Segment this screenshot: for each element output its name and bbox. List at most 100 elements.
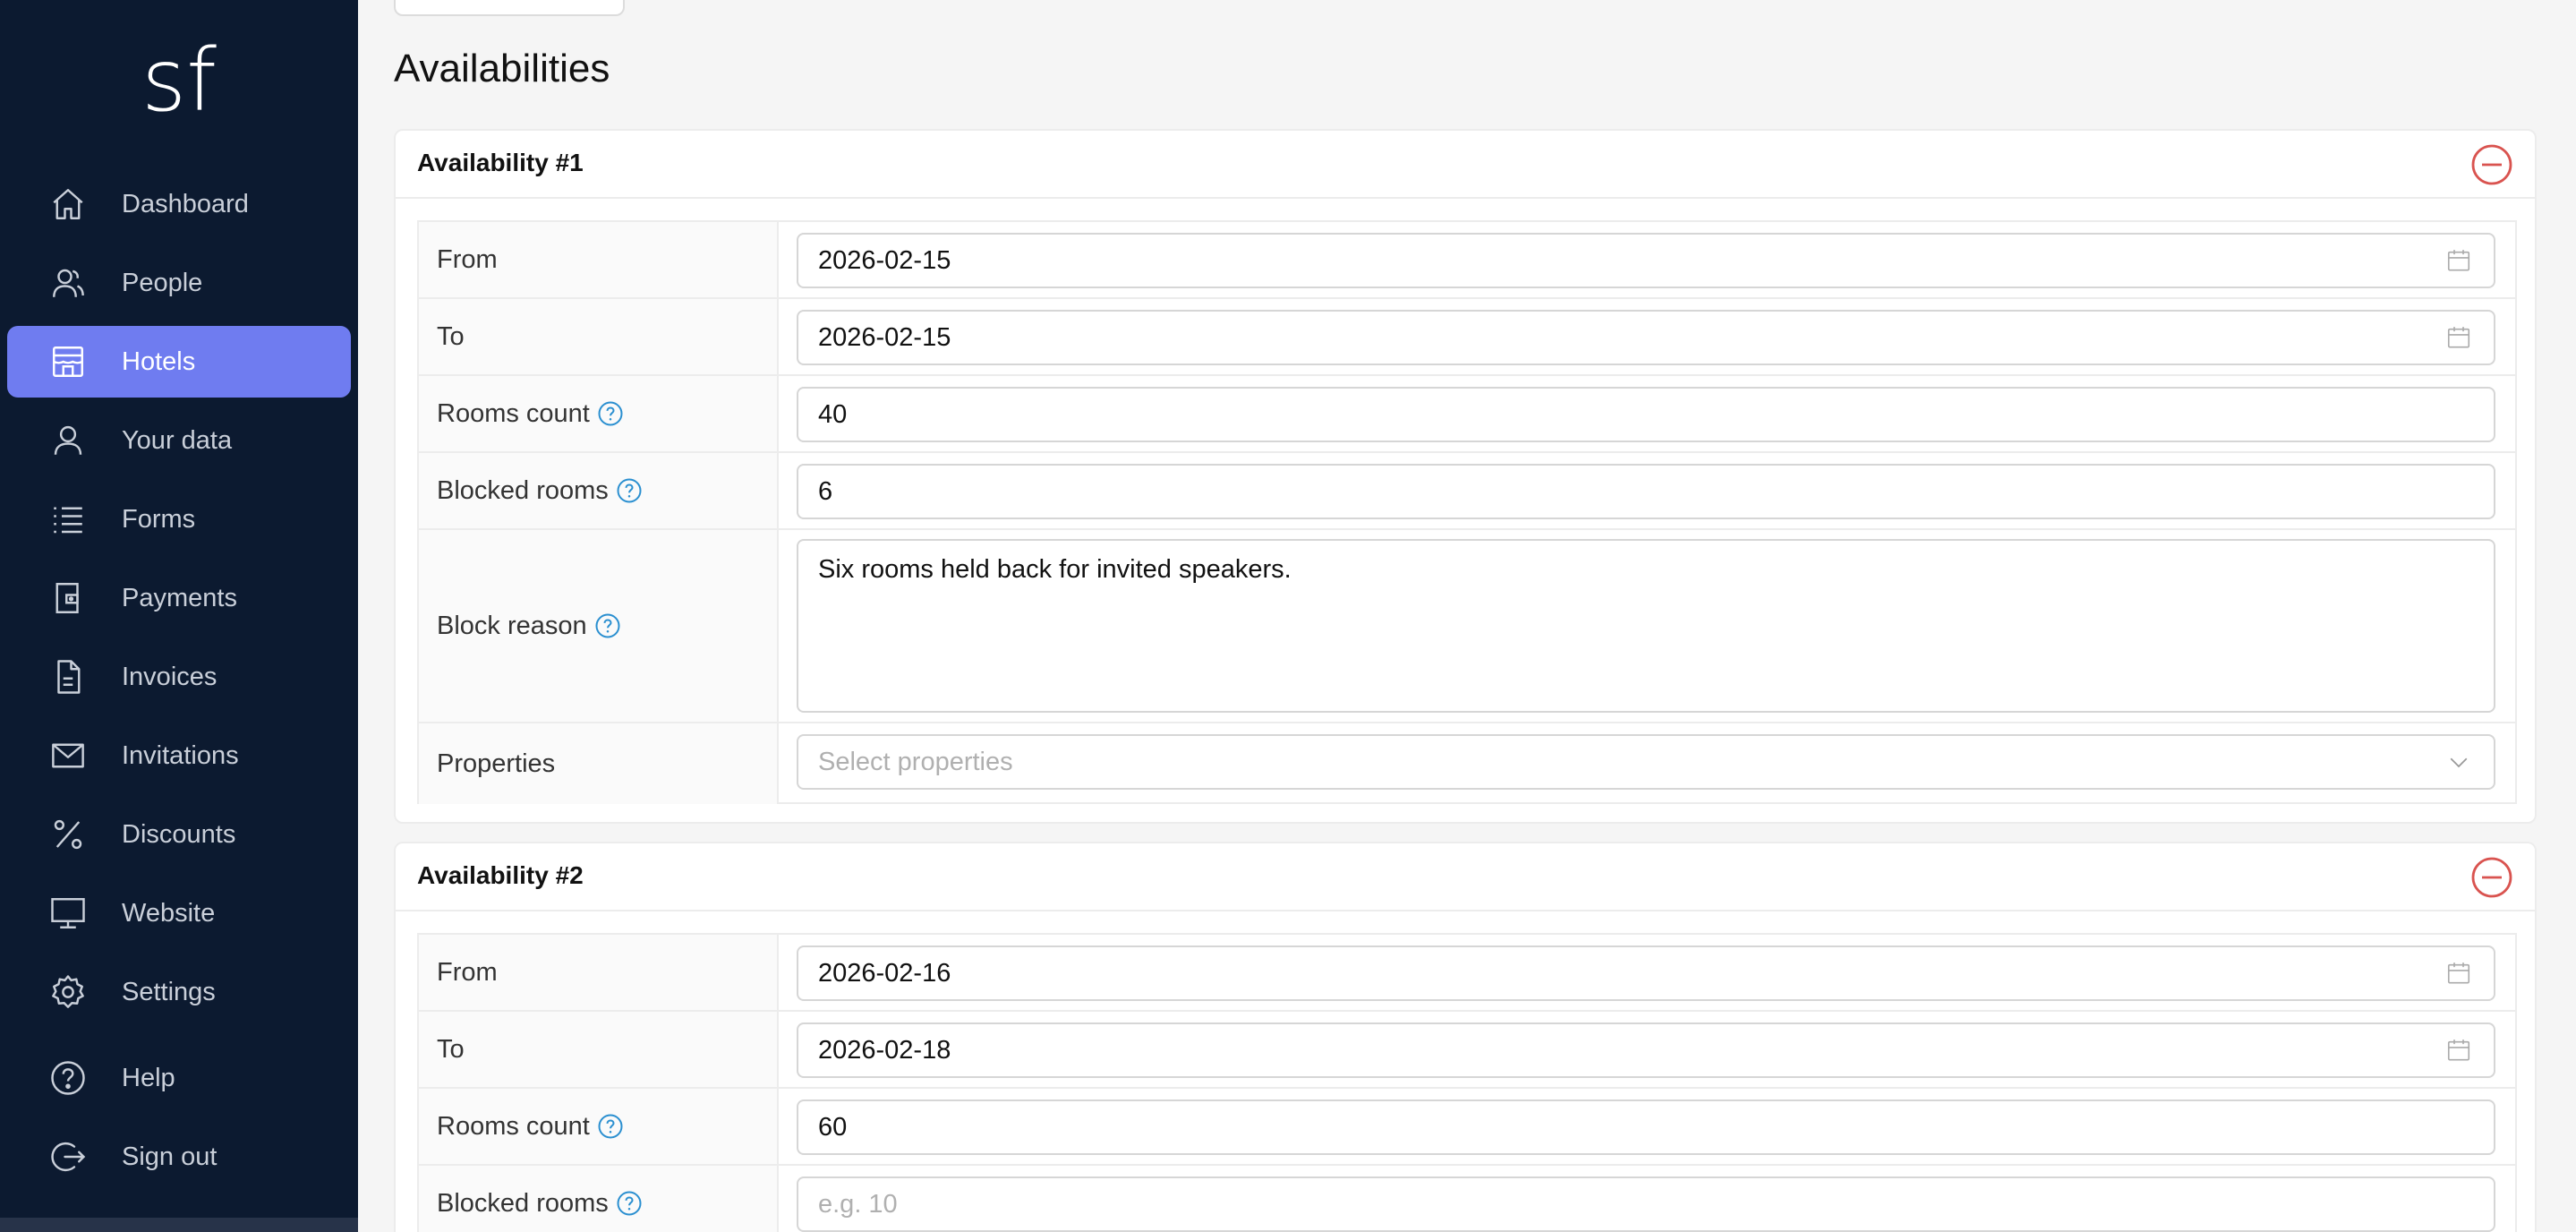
sidebar-footer xyxy=(0,1218,358,1232)
select-placeholder: Select properties xyxy=(818,747,1013,776)
blocked-rooms-input[interactable] xyxy=(797,1176,2495,1232)
label-text: Block reason xyxy=(437,611,587,640)
card-title: Availability #1 xyxy=(417,149,584,176)
envelope-icon xyxy=(48,736,88,775)
availability-form: From 2026-02-15 To 2026-02-15 Rooms coun… xyxy=(417,220,2517,804)
to-date-input[interactable]: 2026-02-15 xyxy=(797,310,2495,365)
block-reason-textarea[interactable]: Six rooms held back for invited speakers… xyxy=(797,539,2495,713)
rooms-count-input[interactable]: 60 xyxy=(797,1099,2495,1155)
remove-availability-button[interactable] xyxy=(2470,143,2513,186)
minus-circle-icon xyxy=(2471,857,2512,898)
nav-item-people[interactable]: People xyxy=(7,247,351,319)
nav-item-payments[interactable]: Payments xyxy=(7,562,351,634)
blocked-rooms-input[interactable]: 6 xyxy=(797,464,2495,519)
wallet-icon xyxy=(48,578,88,618)
field-label: Block reason xyxy=(419,530,779,722)
nav-label: Website xyxy=(122,898,216,928)
form-row-properties: Properties Select properties xyxy=(419,723,2515,804)
gear-icon xyxy=(48,972,88,1012)
nav-item-help[interactable]: Help xyxy=(7,1042,351,1114)
remove-availability-button[interactable] xyxy=(2470,856,2513,899)
form-row-to: To 2026-02-15 xyxy=(419,299,2515,376)
minus-circle-icon xyxy=(2471,144,2512,185)
from-date-input[interactable]: 2026-02-15 xyxy=(797,233,2495,288)
nav-item-invitations[interactable]: Invitations xyxy=(7,720,351,791)
field-value: 2026-02-15 xyxy=(818,322,951,352)
nav-label: Dashboard xyxy=(122,189,249,218)
user-icon xyxy=(48,421,88,460)
field-label: From xyxy=(419,222,779,297)
nav-label: Invitations xyxy=(122,740,239,770)
sidebar: sf Dashboard People Hotels Your data For… xyxy=(0,0,358,1232)
people-icon xyxy=(48,263,88,303)
properties-select[interactable]: Select properties xyxy=(797,734,2495,790)
card-title: Availability #2 xyxy=(417,861,584,889)
help-tooltip-icon[interactable] xyxy=(597,400,624,427)
form-row-from: From 2026-02-16 xyxy=(419,935,2515,1012)
label-text: Rooms count xyxy=(437,1111,590,1141)
nav-item-website[interactable]: Website xyxy=(7,877,351,949)
rooms-count-input[interactable]: 40 xyxy=(797,387,2495,442)
sign-out-icon xyxy=(48,1137,88,1176)
from-date-input[interactable]: 2026-02-16 xyxy=(797,945,2495,1001)
label-text: From xyxy=(437,244,498,274)
document-icon xyxy=(48,657,88,697)
calendar-icon[interactable] xyxy=(2445,1037,2472,1064)
nav-item-your-data[interactable]: Your data xyxy=(7,405,351,476)
label-text: Blocked rooms xyxy=(437,1188,609,1218)
percent-icon xyxy=(48,815,88,854)
field-label: From xyxy=(419,935,779,1010)
help-tooltip-icon[interactable] xyxy=(616,1190,643,1217)
nav-label: Help xyxy=(122,1063,175,1092)
field-value: Six rooms held back for invited speakers… xyxy=(818,555,1292,584)
calendar-icon[interactable] xyxy=(2445,324,2472,351)
nav-label: Sign out xyxy=(122,1142,218,1171)
home-icon xyxy=(48,184,88,224)
field-label: Rooms count xyxy=(419,1089,779,1164)
field-label: Blocked rooms xyxy=(419,1166,779,1232)
form-row-rooms-count: Rooms count 60 xyxy=(419,1089,2515,1166)
nav-label: Hotels xyxy=(122,346,196,376)
nav-item-discounts[interactable]: Discounts xyxy=(7,799,351,870)
field-value: 60 xyxy=(818,1112,848,1142)
nav-label: People xyxy=(122,268,203,297)
label-text: Rooms count xyxy=(437,398,590,428)
card-header: Availability #2 xyxy=(396,843,2535,911)
app-logo[interactable]: sf xyxy=(0,27,358,134)
nav-label: Invoices xyxy=(122,662,218,691)
label-text: To xyxy=(437,321,465,351)
field-value: 40 xyxy=(818,399,848,429)
field-label: Rooms count xyxy=(419,376,779,451)
nav-item-settings[interactable]: Settings xyxy=(7,956,351,1028)
availability-card-1: Availability #1 From 2026-02-15 To 2026-… xyxy=(394,129,2537,824)
field-label: Properties xyxy=(419,723,779,804)
form-row-block-reason: Block reason Six rooms held back for inv… xyxy=(419,530,2515,723)
nav-label: Payments xyxy=(122,583,237,612)
nav-item-dashboard[interactable]: Dashboard xyxy=(7,168,351,240)
nav-item-invoices[interactable]: Invoices xyxy=(7,641,351,713)
nav-item-sign-out[interactable]: Sign out xyxy=(7,1121,351,1193)
calendar-icon[interactable] xyxy=(2445,960,2472,987)
field-label: To xyxy=(419,1012,779,1087)
availability-card-2: Availability #2 From 2026-02-16 To 2026-… xyxy=(394,842,2537,1232)
field-label: Blocked rooms xyxy=(419,453,779,528)
label-text: To xyxy=(437,1034,465,1064)
previous-section-card xyxy=(394,0,625,16)
label-text: Blocked rooms xyxy=(437,475,609,505)
field-value: 2026-02-18 xyxy=(818,1035,951,1065)
label-text: Properties xyxy=(437,749,556,778)
nav-label: Forms xyxy=(122,504,196,534)
help-tooltip-icon[interactable] xyxy=(616,477,643,504)
field-value: 6 xyxy=(818,476,833,506)
form-row-blocked-rooms: Blocked rooms xyxy=(419,1166,2515,1232)
availability-form: From 2026-02-16 To 2026-02-18 Rooms coun… xyxy=(417,933,2517,1232)
calendar-icon[interactable] xyxy=(2445,247,2472,274)
monitor-icon xyxy=(48,894,88,933)
label-text: From xyxy=(437,957,498,987)
to-date-input[interactable]: 2026-02-18 xyxy=(797,1022,2495,1078)
nav-item-hotels[interactable]: Hotels xyxy=(7,326,351,398)
form-row-blocked-rooms: Blocked rooms 6 xyxy=(419,453,2515,530)
help-tooltip-icon[interactable] xyxy=(597,1113,624,1140)
help-tooltip-icon[interactable] xyxy=(594,612,621,639)
nav-item-forms[interactable]: Forms xyxy=(7,483,351,555)
